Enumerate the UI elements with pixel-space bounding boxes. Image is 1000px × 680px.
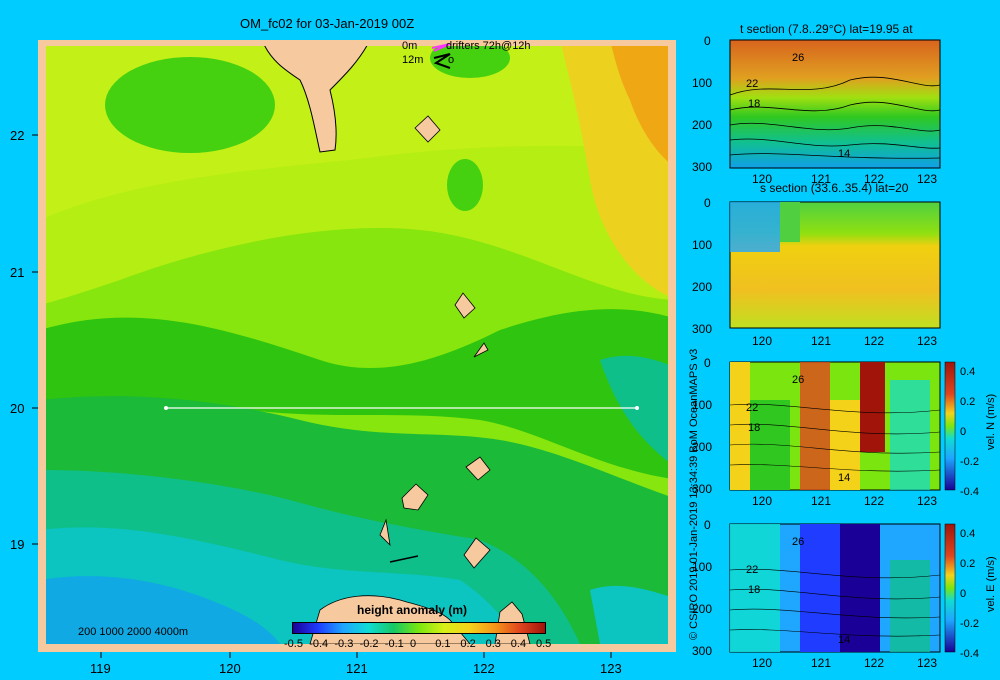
drifter-depth-12-suffix: o xyxy=(448,54,455,66)
side-y-tick-label: 100 xyxy=(692,76,713,90)
y-tick-label: 21 xyxy=(10,265,25,280)
side-x-tick-label: 123 xyxy=(917,494,938,508)
side-x-tick-label: 122 xyxy=(864,494,885,508)
vn-contour-label: 18 xyxy=(748,422,761,434)
vel-colorbar-tick: 0.2 xyxy=(960,396,976,408)
y-tick-label: 19 xyxy=(10,537,25,552)
side-x-tick-label: 121 xyxy=(811,334,832,348)
drifter-depth-0: 0m xyxy=(402,40,418,52)
x-tick-label: 120 xyxy=(219,661,241,676)
colorbar-tick-label: -0.3 xyxy=(334,638,354,650)
side-y-tick-label: 300 xyxy=(692,322,713,336)
colorbar-tick-label: 0 xyxy=(410,638,417,650)
side-x-tick-label: 121 xyxy=(811,172,832,186)
colorbar-title: height anomaly (m) xyxy=(357,603,468,617)
vel-n-label: vel. N (m/s) xyxy=(985,393,997,450)
vel-colorbar-tick: -0.2 xyxy=(960,456,979,468)
side-x-tick-label: 120 xyxy=(752,494,773,508)
ve-contour-label: 26 xyxy=(792,536,805,548)
drifter-depth-12: 12m xyxy=(402,54,424,66)
vel-colorbar-tick: -0.4 xyxy=(960,648,979,660)
t-contour-label: 18 xyxy=(748,98,761,110)
x-tick-label: 119 xyxy=(90,661,111,676)
colorbar-tick-label: -0.2 xyxy=(359,638,379,650)
side-y-tick-label: 100 xyxy=(692,238,713,252)
side-x-tick-label: 123 xyxy=(917,172,938,186)
t-contour-label: 26 xyxy=(792,52,805,64)
colorbar-tick-label: 0.3 xyxy=(485,638,501,650)
side-y-tick-label: 300 xyxy=(692,644,713,658)
y-tick-label: 22 xyxy=(10,128,25,143)
credit-text: © CSIRO 2019 01-Jan-2019 13:34:39 BoM Oc… xyxy=(688,348,700,640)
colorbar-tick-label: -0.1 xyxy=(384,638,404,650)
y-tick-label: 20 xyxy=(10,401,25,416)
side-x-tick-label: 122 xyxy=(864,172,885,186)
drifter-legend-text: drifters 72h@12h xyxy=(446,40,531,52)
vel-colorbar-tick: 0.4 xyxy=(960,528,976,540)
colorbar-tick-label: 0.1 xyxy=(435,638,451,650)
main-map xyxy=(32,40,676,658)
colorbar-tick-label: -0.4 xyxy=(309,638,329,650)
colorbar-tick-label: 0.4 xyxy=(510,638,527,650)
side-panels xyxy=(729,39,956,653)
vel-colorbar-tick: -0.4 xyxy=(960,486,979,498)
side-y-tick-label: 0 xyxy=(704,356,711,370)
vel-colorbar-tick: 0.4 xyxy=(960,366,976,378)
side-y-tick-label: 0 xyxy=(704,518,711,532)
vn-contour-label: 26 xyxy=(792,374,805,386)
colorbar-tick-label: 0.5 xyxy=(536,638,552,650)
vel-colorbar-tick: 0.2 xyxy=(960,558,976,570)
vn-contour-label: 14 xyxy=(838,472,851,484)
t-contour-label: 14 xyxy=(838,148,851,160)
side-y-tick-label: 200 xyxy=(692,118,713,132)
colorbar-tick-label: 0.2 xyxy=(460,638,476,650)
x-tick-label: 123 xyxy=(600,661,622,676)
side-x-tick-label: 120 xyxy=(752,656,773,670)
side-y-tick-label: 200 xyxy=(692,280,713,294)
x-tick-label: 121 xyxy=(346,661,368,676)
vel-colorbar-tick: -0.2 xyxy=(960,618,979,630)
x-tick-label: 122 xyxy=(473,661,495,676)
vn-contour-label: 22 xyxy=(746,402,759,414)
colorbar-tick-label: -0.5 xyxy=(284,638,303,650)
side-x-tick-label: 121 xyxy=(811,494,832,508)
ve-contour-label: 22 xyxy=(746,564,759,576)
vel-colorbar-tick: 0 xyxy=(960,426,967,438)
side-x-tick-label: 121 xyxy=(811,656,832,670)
vel-e-label: vel. E (m/s) xyxy=(985,556,997,612)
side-y-tick-label: 300 xyxy=(692,160,713,174)
side-x-tick-label: 120 xyxy=(752,172,773,186)
side-x-tick-label: 123 xyxy=(917,334,938,348)
side-y-tick-label: 0 xyxy=(704,196,711,210)
side-x-tick-label: 120 xyxy=(752,334,773,348)
side-x-tick-label: 123 xyxy=(917,656,938,670)
vel-colorbar-tick: 0 xyxy=(960,588,967,600)
side-x-tick-label: 122 xyxy=(864,334,885,348)
ve-contour-label: 18 xyxy=(748,584,761,596)
colorbar xyxy=(292,622,546,634)
side-x-tick-label: 122 xyxy=(864,656,885,670)
bathymetry-label: 200 1000 2000 4000m xyxy=(78,626,189,638)
t-contour-label: 22 xyxy=(746,78,759,90)
ve-contour-label: 14 xyxy=(838,634,851,646)
side-y-tick-label: 0 xyxy=(704,34,711,48)
